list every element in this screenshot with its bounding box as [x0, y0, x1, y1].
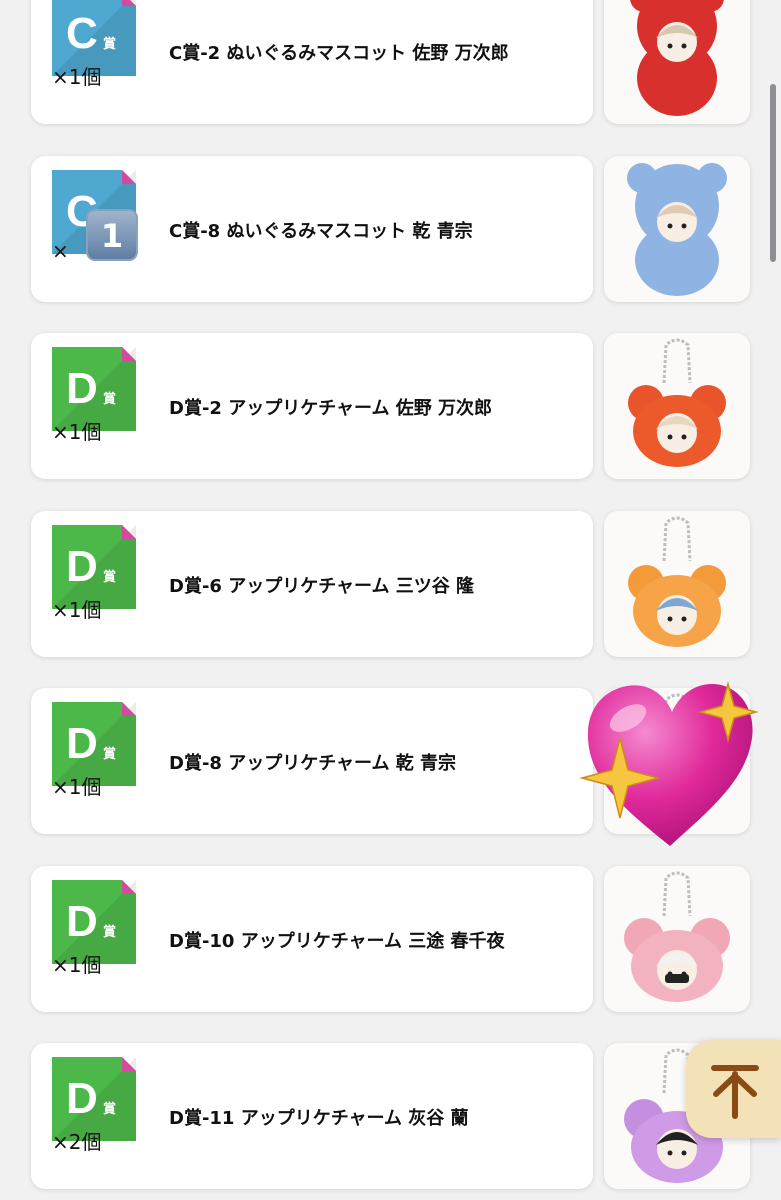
quantity-label: ×2個: [52, 1130, 102, 1154]
prize-row[interactable]: C 賞 ×1 C賞-8 ぬいぐるみマスコット 乾 青宗: [31, 156, 750, 302]
mascot-blue-bear-icon: [627, 163, 727, 296]
quantity-label: ×1個: [52, 420, 102, 444]
keycap-1-icon: 1: [86, 209, 138, 261]
quantity-label: × 1: [52, 209, 138, 263]
prize-thumbnail[interactable]: [604, 0, 750, 124]
badge-letter: D: [66, 1074, 98, 1123]
prize-thumbnail[interactable]: [604, 511, 750, 657]
prize-thumbnail[interactable]: [604, 333, 750, 479]
prize-card[interactable]: D 賞 ×1個 D賞-6 アップリケチャーム 三ツ谷 隆: [31, 511, 593, 657]
quantity-label: ×1個: [52, 65, 102, 89]
badge-letter: D: [66, 897, 98, 946]
badge-suffix: 賞: [103, 569, 116, 585]
badge-letter: D: [66, 542, 98, 591]
back-to-top-button[interactable]: [686, 1040, 781, 1138]
badge-suffix: 賞: [103, 746, 116, 762]
prize-name: D賞-6 アップリケチャーム 三ツ谷 隆: [169, 576, 475, 597]
prize-row[interactable]: D 賞 ×2個 D賞-11 アップリケチャーム 灰谷 蘭: [31, 1043, 750, 1189]
quantity-label: ×1個: [52, 953, 102, 977]
badge-suffix: 賞: [103, 1101, 116, 1117]
prize-row[interactable]: C 賞 ×1個 C賞-2 ぬいぐるみマスコット 佐野 万次郎: [31, 0, 750, 124]
prize-card[interactable]: D 賞 ×1個 D賞-8 アップリケチャーム 乾 青宗: [31, 688, 593, 834]
badge-suffix: 賞: [103, 391, 116, 407]
mascot-red-bear-icon: [630, 0, 724, 116]
charm-pink-icon: [624, 871, 730, 1002]
quantity-prefix: ×: [52, 239, 69, 263]
prize-card[interactable]: C 賞 ×1 C賞-8 ぬいぐるみマスコット 乾 青宗: [31, 156, 593, 302]
prize-row[interactable]: D 賞 ×1個 D賞-6 アップリケチャーム 三ツ谷 隆: [31, 511, 750, 657]
prize-name: C賞-2 ぬいぐるみマスコット 佐野 万次郎: [169, 43, 509, 64]
badge-suffix: 賞: [103, 924, 116, 940]
prize-card[interactable]: D 賞 ×1個 D賞-10 アップリケチャーム 三途 春千夜: [31, 866, 593, 1012]
quantity-label: ×1個: [52, 775, 102, 799]
prize-name: D賞-2 アップリケチャーム 佐野 万次郎: [169, 398, 493, 419]
prize-row[interactable]: D 賞 ×1個 D賞-10 アップリケチャーム 三途 春千夜: [31, 866, 750, 1012]
prize-card[interactable]: C 賞 ×1個 C賞-2 ぬいぐるみマスコット 佐野 万次郎: [31, 0, 593, 124]
prize-thumbnail[interactable]: [604, 156, 750, 302]
badge-letter: C: [66, 9, 98, 58]
badge-suffix: 賞: [103, 36, 116, 52]
prize-name: D賞-11 アップリケチャーム 灰谷 蘭: [169, 1108, 469, 1129]
quantity-label: ×1個: [52, 598, 102, 622]
prize-name: D賞-8 アップリケチャーム 乾 青宗: [169, 753, 457, 774]
prize-card[interactable]: D 賞 ×1個 D賞-2 アップリケチャーム 佐野 万次郎: [31, 333, 593, 479]
prize-name: D賞-10 アップリケチャーム 三途 春千夜: [169, 931, 505, 952]
prize-card[interactable]: D 賞 ×2個 D賞-11 アップリケチャーム 灰谷 蘭: [31, 1043, 593, 1189]
sparkling-heart-icon: [580, 681, 759, 846]
prize-thumbnail[interactable]: [604, 866, 750, 1012]
badge-letter: D: [66, 719, 98, 768]
arrow-up-icon: [711, 1065, 759, 1119]
badge-letter: D: [66, 364, 98, 413]
scrollbar[interactable]: [770, 84, 776, 262]
charm-orange-icon: [628, 516, 726, 647]
prize-name: C賞-8 ぬいぐるみマスコット 乾 青宗: [169, 221, 473, 242]
charm-red-icon: [628, 338, 726, 467]
prize-row[interactable]: D 賞 ×1個 D賞-2 アップリケチャーム 佐野 万次郎: [31, 333, 750, 479]
